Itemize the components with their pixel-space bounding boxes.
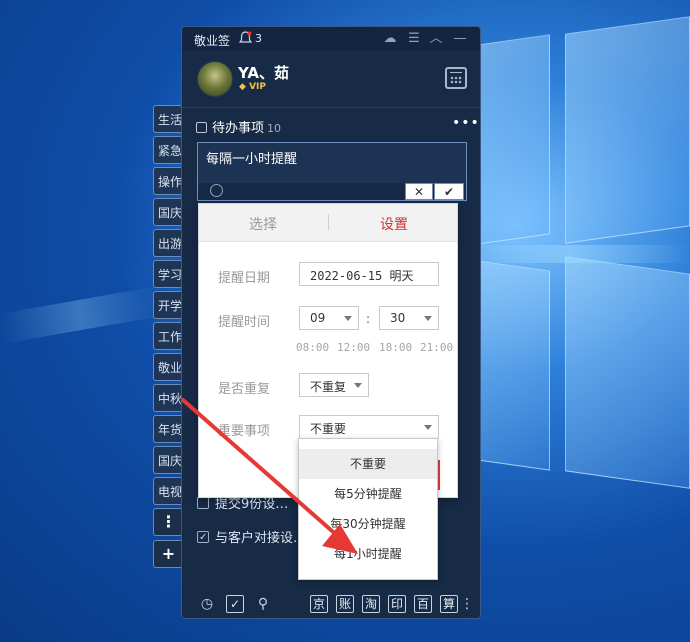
shortcut-print[interactable]: 印: [388, 595, 406, 613]
time-label: 提醒时间: [218, 315, 271, 330]
repeat-label: 是否重复: [218, 382, 271, 397]
more-categories-button[interactable]: ⋮: [153, 508, 183, 536]
reminder-clock-icon[interactable]: [210, 184, 223, 197]
important-select[interactable]: 不重要: [299, 415, 439, 439]
popup-tabs: 选择 设置: [199, 204, 457, 242]
time-separator: :: [366, 312, 371, 326]
menu-icon[interactable]: ☰: [406, 31, 422, 47]
minimize-icon[interactable]: —: [452, 31, 468, 47]
username: YA、茹: [238, 64, 290, 82]
avatar[interactable]: [197, 61, 233, 97]
list-item-text: 提交9份设…: [215, 497, 289, 512]
shortcut-baidu[interactable]: 百: [414, 595, 432, 613]
section-title: 待办事项: [212, 121, 265, 136]
confirm-button[interactable]: ✔: [434, 183, 464, 200]
list-item-text: 与客户对接设…: [215, 531, 307, 546]
category-tab[interactable]: 出游: [153, 229, 183, 257]
bell-icon[interactable]: [239, 31, 252, 45]
section-count: 10: [267, 122, 282, 135]
tab-settings[interactable]: 设置: [380, 214, 408, 234]
minute-select[interactable]: 30: [379, 306, 439, 330]
category-tab[interactable]: 生活: [153, 105, 183, 133]
collapse-icon[interactable]: ︿: [428, 31, 444, 47]
add-category-button[interactable]: +: [153, 540, 183, 568]
notification-count: 3: [255, 32, 262, 45]
shortcut-account[interactable]: 账: [336, 595, 354, 613]
todo-editor-text[interactable]: 每隔一小时提醒: [206, 148, 297, 167]
quick-time-0800[interactable]: 08:00: [296, 341, 329, 354]
tab-divider: [328, 214, 329, 230]
important-label: 重要事项: [218, 424, 271, 439]
category-tab[interactable]: 工作: [153, 322, 183, 350]
category-tab[interactable]: 国庆: [153, 446, 183, 474]
list-item[interactable]: 与客户对接设…: [197, 527, 306, 546]
hour-select[interactable]: 09: [299, 306, 359, 330]
editor-toolbar: ✕ ✔: [198, 183, 466, 200]
dropdown-option[interactable]: 每1小时提醒: [299, 539, 437, 569]
date-field[interactable]: 2022-06-15 明天: [299, 262, 439, 286]
category-tab[interactable]: 年货: [153, 415, 183, 443]
shortcut-taobao[interactable]: 淘: [362, 595, 380, 613]
calendar-icon[interactable]: [445, 67, 467, 89]
category-tab[interactable]: 电视: [153, 477, 183, 505]
checklist-icon: [196, 122, 207, 133]
category-tab[interactable]: 紧急: [153, 136, 183, 164]
quick-time-2100[interactable]: 21:00: [420, 341, 453, 354]
quick-time-1200[interactable]: 12:00: [337, 341, 370, 354]
cloud-sync-icon[interactable]: ☁: [382, 31, 398, 47]
section-header: 待办事项 10: [196, 117, 281, 136]
category-tab[interactable]: 中秋: [153, 384, 183, 412]
minute-value: 30: [390, 311, 406, 325]
bottom-toolbar: ◷ ✓ ⚲ 京 账 淘 印 百 算 ⋮: [182, 587, 480, 618]
repeat-select[interactable]: 不重复: [299, 373, 369, 397]
category-tab[interactable]: 学习: [153, 260, 183, 288]
repeat-value: 不重复: [310, 380, 347, 394]
date-label: 提醒日期: [218, 271, 271, 286]
cancel-button[interactable]: ✕: [405, 183, 433, 200]
dropdown-option[interactable]: 每5分钟提醒: [299, 479, 437, 509]
hour-value: 09: [310, 311, 326, 325]
calendar-check-icon[interactable]: ✓: [226, 595, 244, 613]
dropdown-option[interactable]: 不重要: [299, 449, 437, 479]
important-value: 不重要: [310, 422, 347, 436]
title-bar: 敬业签 3 ☁ ☰ ︿ —: [182, 27, 480, 51]
app-title: 敬业签: [194, 34, 231, 48]
category-tab[interactable]: 国庆: [153, 198, 183, 226]
divider: [182, 107, 480, 108]
todo-editor[interactable]: 每隔一小时提醒 ✕ ✔: [197, 142, 467, 201]
chevron-down-icon: [344, 316, 352, 321]
search-icon[interactable]: ⚲: [254, 595, 272, 613]
category-tab[interactable]: 开学: [153, 291, 183, 319]
chevron-down-icon: [354, 383, 362, 388]
important-dropdown: 不重要 每5分钟提醒 每30分钟提醒 每1小时提醒: [298, 438, 438, 580]
chevron-down-icon: [424, 316, 432, 321]
category-tab[interactable]: 操作: [153, 167, 183, 195]
clock-icon[interactable]: ◷: [198, 595, 216, 613]
tab-select[interactable]: 选择: [249, 214, 277, 234]
vip-badge-label: VIP: [249, 82, 266, 92]
item-checkbox[interactable]: [197, 531, 209, 543]
quick-time-1800[interactable]: 18:00: [379, 341, 412, 354]
more-options-icon[interactable]: •••: [452, 115, 480, 131]
vip-badge: ◆ VIP: [239, 82, 266, 92]
shortcut-jd[interactable]: 京: [310, 595, 328, 613]
chevron-down-icon: [424, 425, 432, 430]
more-vertical-icon[interactable]: ⋮: [458, 595, 476, 613]
category-tab[interactable]: 敬业: [153, 353, 183, 381]
shortcut-calculator[interactable]: 算: [440, 595, 458, 613]
item-checkbox[interactable]: [197, 497, 209, 509]
dropdown-option[interactable]: 每30分钟提醒: [299, 509, 437, 539]
